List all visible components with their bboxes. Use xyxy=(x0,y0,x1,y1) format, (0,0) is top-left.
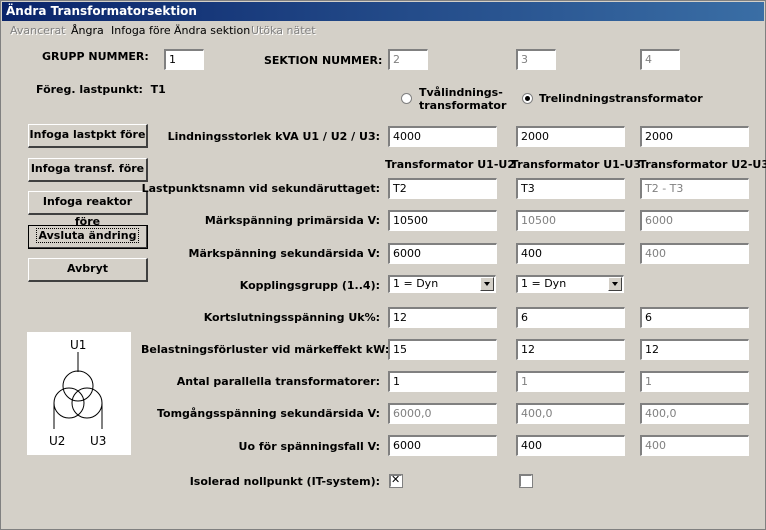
diagram-u2-label: U2 xyxy=(49,434,65,448)
menu-infoga-fore[interactable]: Infoga före xyxy=(111,24,171,37)
check-mark-icon: ✕ xyxy=(391,473,401,486)
load-losses-u2-u3[interactable]: 12 xyxy=(640,339,749,360)
secondary-voltage-label: Märkspänning sekundärsida V: xyxy=(188,247,381,260)
primary-voltage-u1-u3[interactable]: 10500 xyxy=(516,210,625,231)
column-header-u1-u3: Transformator U1-U3 xyxy=(511,158,641,171)
uo-drop-label: Uo för spänningsfall V: xyxy=(238,440,380,453)
radio-two-winding-label-1: Tvålindnings- xyxy=(419,86,503,99)
radio-two-winding-label-2: transformator xyxy=(419,99,507,112)
primary-voltage-u1-u2[interactable]: 10500 xyxy=(388,210,497,231)
load-losses-u1-u2[interactable]: 15 xyxy=(388,339,497,360)
menu-andra-sektion[interactable]: Ändra sektion xyxy=(174,24,250,37)
diagram-u3-label: U3 xyxy=(90,434,106,448)
short-circuit-u2-u3[interactable]: 6 xyxy=(640,307,749,328)
load-losses-u1-u3[interactable]: 12 xyxy=(516,339,625,360)
grupp-label: GRUPP NUMMER: xyxy=(42,50,149,63)
parallel-u1-u3[interactable]: 1 xyxy=(516,371,625,392)
insert-load-point-button[interactable]: Infoga lastpkt före xyxy=(28,124,148,148)
insert-reactor-button[interactable]: Infoga reaktor före xyxy=(28,191,148,228)
menu-angra[interactable]: Ångra xyxy=(71,24,104,37)
dialog-window: Ändra Transformatorsektion Avancerat Ång… xyxy=(0,0,766,530)
chevron-down-icon[interactable] xyxy=(608,277,622,291)
load-name-label: Lastpunktsnamn vid sekundäruttaget: xyxy=(141,182,380,195)
no-load-voltage-u1-u2[interactable]: 6000,0 xyxy=(388,403,497,424)
isolated-neutral-check-u1-u3[interactable] xyxy=(519,474,533,488)
menu-utoka-natet[interactable]: Utöka nätet xyxy=(251,24,316,37)
secondary-voltage-u1-u2[interactable]: 6000 xyxy=(388,243,497,264)
uo-drop-u2-u3[interactable]: 400 xyxy=(640,435,749,456)
menu-bar: Avancerat Ångra Infoga före Ändra sektio… xyxy=(2,22,764,40)
winding-size-u1[interactable]: 4000 xyxy=(388,126,497,147)
uo-drop-u1-u3[interactable]: 400 xyxy=(516,435,625,456)
parallel-label: Antal parallella transformatorer: xyxy=(176,375,380,388)
cancel-button[interactable]: Avbryt xyxy=(28,258,148,282)
window-title: Ändra Transformatorsektion xyxy=(2,2,764,21)
short-circuit-u1-u2[interactable]: 12 xyxy=(388,307,497,328)
grupp-input[interactable]: 1 xyxy=(164,49,204,70)
load-name-u2-u3[interactable]: T2 - T3 xyxy=(640,178,749,199)
short-circuit-label: Kortslutningsspänning Uk%: xyxy=(203,311,380,324)
load-name-u1-u2[interactable]: T2 xyxy=(388,178,497,199)
secondary-voltage-u2-u3[interactable]: 400 xyxy=(640,243,749,264)
uo-drop-u1-u2[interactable]: 6000 xyxy=(388,435,497,456)
sektion-label: SEKTION NUMMER: xyxy=(264,54,383,67)
winding-size-label: Lindningsstorlek kVA U1 / U2 / U3: xyxy=(167,130,380,143)
load-name-u1-u3[interactable]: T3 xyxy=(516,178,625,199)
sektion-input-3[interactable]: 4 xyxy=(640,49,680,70)
column-header-u1-u2: Transformator U1-U2 xyxy=(385,158,515,171)
vector-group-select-u1-u2[interactable]: 1 = Dyn xyxy=(388,275,496,293)
vector-group-value-u1-u2: 1 = Dyn xyxy=(393,277,439,290)
sektion-input-1[interactable]: 2 xyxy=(388,49,428,70)
three-winding-transformer-icon: U1 U2 U3 xyxy=(49,338,106,448)
menu-avancerat[interactable]: Avancerat xyxy=(10,24,66,37)
secondary-voltage-u1-u3[interactable]: 400 xyxy=(516,243,625,264)
radio-two-winding[interactable] xyxy=(401,93,412,104)
foreg-label: Föreg. lastpunkt: T1 xyxy=(36,83,166,96)
parallel-u1-u2[interactable]: 1 xyxy=(388,371,497,392)
vector-group-label: Kopplingsgrupp (1..4): xyxy=(239,279,380,292)
sektion-input-2[interactable]: 3 xyxy=(516,49,556,70)
isolated-neutral-label: Isolerad nollpunkt (IT-system): xyxy=(189,475,380,488)
winding-size-u3[interactable]: 2000 xyxy=(640,126,749,147)
no-load-voltage-label: Tomgångsspänning sekundärsida V: xyxy=(157,407,380,420)
radio-three-winding[interactable] xyxy=(522,93,533,104)
vector-group-select-u1-u3[interactable]: 1 = Dyn xyxy=(516,275,624,293)
primary-voltage-label: Märkspänning primärsida V: xyxy=(204,214,380,227)
short-circuit-u1-u3[interactable]: 6 xyxy=(516,307,625,328)
no-load-voltage-u2-u3[interactable]: 400,0 xyxy=(640,403,749,424)
winding-size-u2[interactable]: 2000 xyxy=(516,126,625,147)
no-load-voltage-u1-u3[interactable]: 400,0 xyxy=(516,403,625,424)
primary-voltage-u2-u3[interactable]: 6000 xyxy=(640,210,749,231)
transformer-diagram: U1 U2 U3 xyxy=(27,332,131,455)
finish-edit-label: Avsluta ändring xyxy=(35,228,140,243)
isolated-neutral-check-u1-u2[interactable]: ✕ xyxy=(389,473,403,488)
insert-transformer-button[interactable]: Infoga transf. före xyxy=(28,158,148,182)
chevron-down-icon[interactable] xyxy=(480,277,494,291)
column-header-u2-u3: Transformator U2-U3 xyxy=(639,158,766,171)
finish-edit-button[interactable]: Avsluta ändring xyxy=(28,225,148,249)
foreg-value: T1 xyxy=(150,83,166,96)
radio-three-winding-label: Trelindningstransformator xyxy=(539,92,703,105)
load-losses-label: Belastningsförluster vid märkeffekt kW: xyxy=(141,343,390,356)
vector-group-value-u1-u3: 1 = Dyn xyxy=(521,277,567,290)
diagram-u1-label: U1 xyxy=(70,338,86,352)
parallel-u2-u3[interactable]: 1 xyxy=(640,371,749,392)
